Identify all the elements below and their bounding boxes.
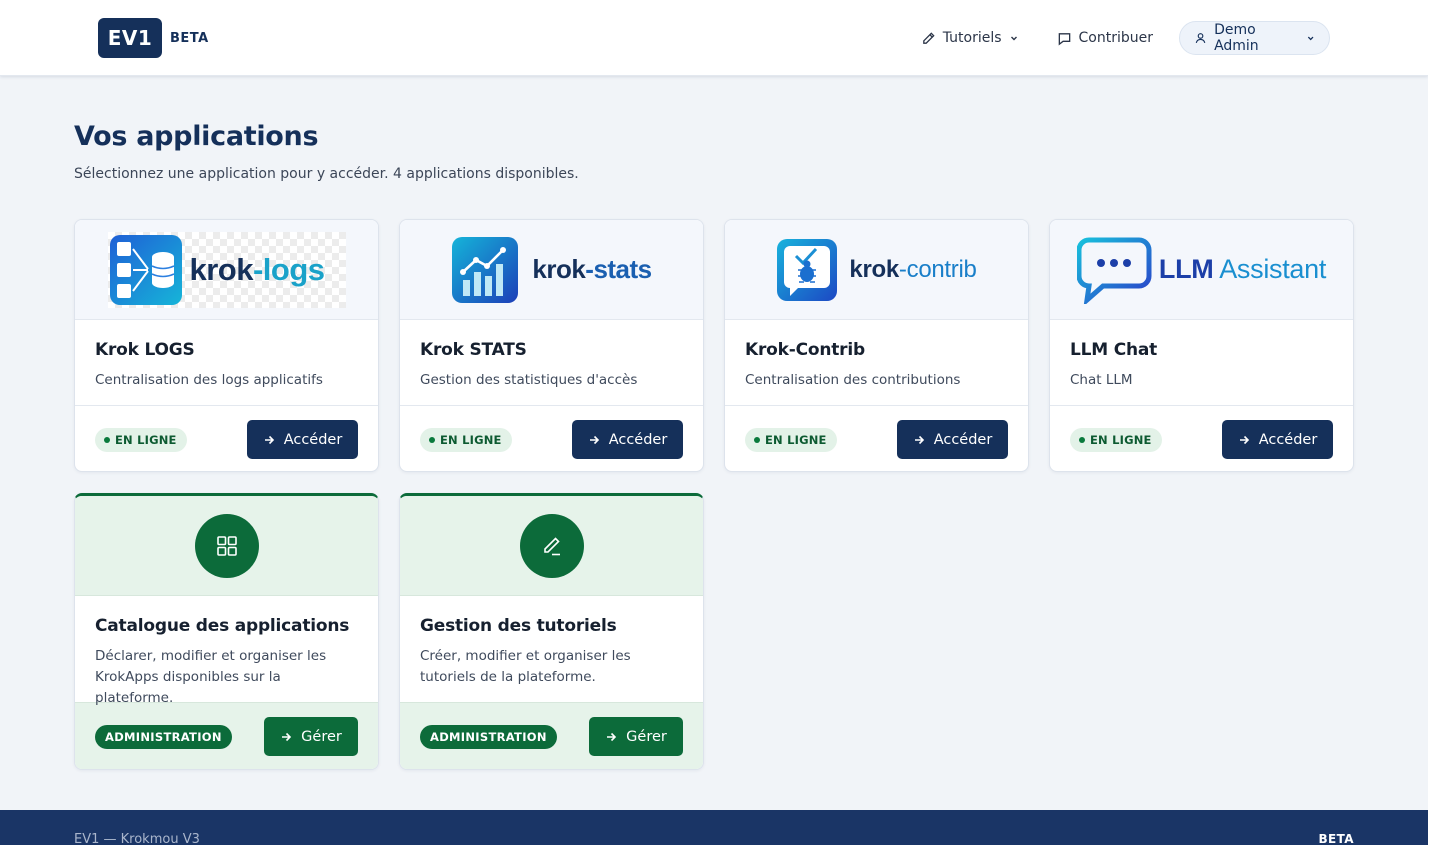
- status-label: EN LIGNE: [765, 432, 827, 447]
- admin-card-catalogue: Catalogue des applications Déclarer, mod…: [74, 493, 379, 770]
- manage-button[interactable]: Gérer: [264, 717, 358, 756]
- krok-stats-logo-suffix: -stats: [585, 254, 652, 284]
- user-icon: [1195, 33, 1206, 44]
- admin-icon-circle: [519, 513, 584, 578]
- admin-card-tutoriels: Gestion des tutoriels Créer, modifier et…: [399, 493, 704, 770]
- pencil-icon: [922, 31, 935, 44]
- krok-contrib-logo-word: krok: [849, 255, 899, 283]
- user-name: Demo Admin: [1214, 22, 1259, 54]
- krok-logs-logo: krok-logs: [107, 231, 346, 308]
- app-description: Chat LLM: [1070, 372, 1133, 388]
- nav-tutoriels-label: Tutoriels: [942, 30, 1002, 46]
- main-nav: Tutoriels Contribuer Demo Admin: [909, 21, 1330, 55]
- app-card: krok-contrib Krok-Contrib Centralisation…: [724, 219, 1029, 472]
- app-logo-area: krok-stats: [400, 220, 703, 320]
- admin-title: Catalogue des applications: [95, 616, 350, 636]
- app-card: krok-stats Krok STATS Gestion des statis…: [399, 219, 704, 472]
- app-description: Centralisation des contributions: [745, 372, 961, 388]
- chat-bubble-icon: [1076, 237, 1152, 304]
- admin-icon-area: [400, 496, 703, 596]
- status-label: EN LIGNE: [1090, 432, 1152, 447]
- footer-credit: EV1 — Krokmou V3: [74, 832, 200, 845]
- access-button[interactable]: Accéder: [247, 420, 358, 459]
- krok-logs-logo-word: krok: [189, 251, 254, 287]
- app-title: Krok-Contrib: [745, 340, 865, 360]
- krok-contrib-logo: krok-contrib: [776, 238, 977, 302]
- admin-description: Créer, modifier et organiser les tutorie…: [420, 648, 631, 685]
- status-badge: EN LIGNE: [95, 427, 187, 452]
- beta-label: BETA: [170, 30, 209, 46]
- admin-icon-area: [75, 496, 378, 596]
- app-title: LLM Chat: [1070, 340, 1158, 360]
- chevron-down-icon: [1307, 36, 1314, 41]
- arrow-right-icon: [589, 435, 599, 444]
- nav-contribuer[interactable]: Contribuer: [1045, 21, 1165, 55]
- app-logo-area: krok-logs: [75, 220, 378, 320]
- arrow-right-icon: [282, 732, 292, 741]
- krok-stats-logo: krok-stats: [451, 236, 652, 304]
- arrow-right-icon: [1239, 435, 1249, 444]
- app-card: LLM Assistant LLM Chat Chat LLM EN LIGNE…: [1049, 219, 1354, 472]
- chart-icon: [452, 236, 519, 303]
- status-dot-icon: [429, 436, 435, 443]
- status-dot-icon: [754, 436, 760, 443]
- manage-button-label: Gérer: [301, 728, 342, 745]
- llm-assistant-logo: LLM Assistant: [1076, 236, 1327, 304]
- admin-description: Déclarer, modifier et organiser les Krok…: [95, 648, 327, 706]
- nav-contribuer-label: Contribuer: [1078, 30, 1153, 46]
- status-dot-icon: [1079, 436, 1085, 443]
- site-logo[interactable]: EV1 BETA: [98, 18, 209, 58]
- administration-badge: ADMINISTRATION: [95, 724, 232, 749]
- app-description: Centralisation des logs applicatifs: [95, 372, 323, 388]
- logo-mark: EV1: [98, 18, 162, 58]
- status-label: EN LIGNE: [115, 432, 177, 447]
- pen-icon: [543, 536, 560, 555]
- status-badge: EN LIGNE: [1070, 427, 1162, 452]
- access-button[interactable]: Accéder: [1222, 420, 1333, 459]
- arrow-right-icon: [914, 435, 924, 444]
- access-button[interactable]: Accéder: [897, 420, 1008, 459]
- llm-logo-word: LLM: [1158, 254, 1214, 284]
- admin-title: Gestion des tutoriels: [420, 616, 617, 636]
- bug-check-icon: [777, 238, 838, 301]
- arrow-right-icon: [607, 732, 617, 741]
- scrollbar-track[interactable]: [1428, 0, 1440, 845]
- page-subtitle: Sélectionnez une application pour y accé…: [74, 166, 579, 182]
- app-title: Krok LOGS: [95, 340, 195, 360]
- status-label: EN LIGNE: [440, 432, 502, 447]
- footer-beta-label: BETA: [1318, 832, 1354, 845]
- status-badge: EN LIGNE: [420, 427, 512, 452]
- app-logo-area: krok-contrib: [725, 220, 1028, 320]
- page-title: Vos applications: [74, 121, 319, 152]
- llm-logo-suffix: Assistant: [1213, 254, 1327, 284]
- krok-logs-logo-suffix: -logs: [252, 251, 325, 287]
- access-button-label: Accéder: [933, 431, 993, 448]
- app-title: Krok STATS: [420, 340, 527, 360]
- top-header: EV1 BETA Tutoriels Contribuer Demo Admin: [0, 0, 1428, 76]
- app-description: Gestion des statistiques d'accès: [420, 372, 638, 388]
- access-button-label: Accéder: [283, 431, 343, 448]
- administration-badge: ADMINISTRATION: [420, 724, 557, 749]
- access-button-label: Accéder: [1258, 431, 1318, 448]
- app-card: krok-logs Krok LOGS Centralisation des l…: [74, 219, 379, 472]
- status-dot-icon: [104, 436, 110, 443]
- user-menu-dropdown[interactable]: Demo Admin: [1179, 21, 1330, 55]
- krok-contrib-logo-suffix: -contrib: [898, 255, 977, 283]
- chevron-down-icon: [1010, 36, 1017, 41]
- manage-button-label: Gérer: [626, 728, 667, 745]
- manage-button[interactable]: Gérer: [589, 717, 683, 756]
- database-icon: [109, 234, 182, 305]
- access-button[interactable]: Accéder: [572, 420, 683, 459]
- app-logo-area: LLM Assistant: [1050, 220, 1353, 320]
- access-button-label: Accéder: [608, 431, 668, 448]
- status-badge: EN LIGNE: [745, 427, 837, 452]
- nav-tutoriels-dropdown[interactable]: Tutoriels: [909, 21, 1031, 55]
- krok-stats-logo-word: krok: [532, 254, 586, 284]
- admin-icon-circle: [194, 513, 259, 578]
- arrow-right-icon: [264, 435, 274, 444]
- comment-icon: [1058, 32, 1070, 45]
- grid-icon: [216, 535, 237, 556]
- page-footer: EV1 — Krokmou V3 BETA: [0, 810, 1428, 845]
